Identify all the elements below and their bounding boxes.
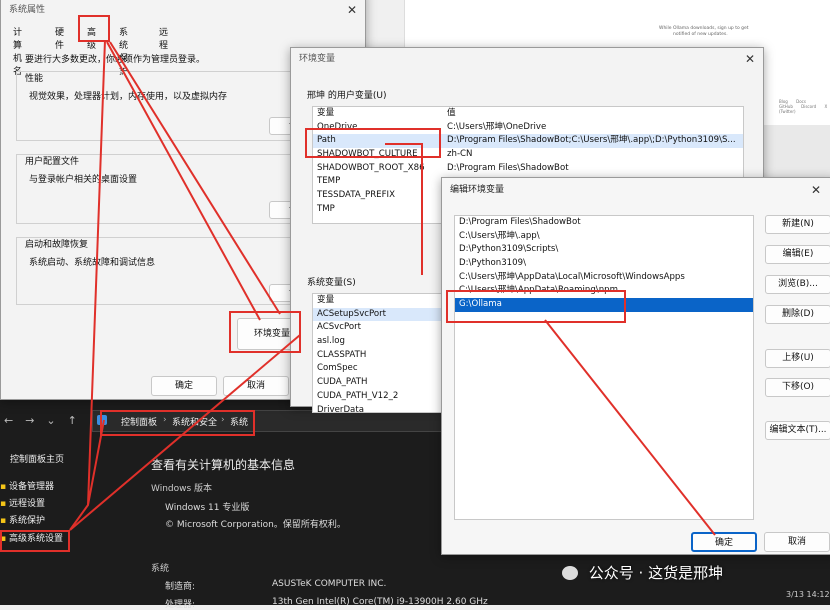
- arrow-env: [106, 41, 261, 321]
- arrow-path: [109, 41, 281, 315]
- arrow-ok: [544, 319, 716, 536]
- arrow-link: [69, 334, 301, 531]
- annotation-arrows: [69, 39, 716, 536]
- arrow-advanced: [69, 39, 106, 531]
- arrow-to-edit: [385, 143, 423, 275]
